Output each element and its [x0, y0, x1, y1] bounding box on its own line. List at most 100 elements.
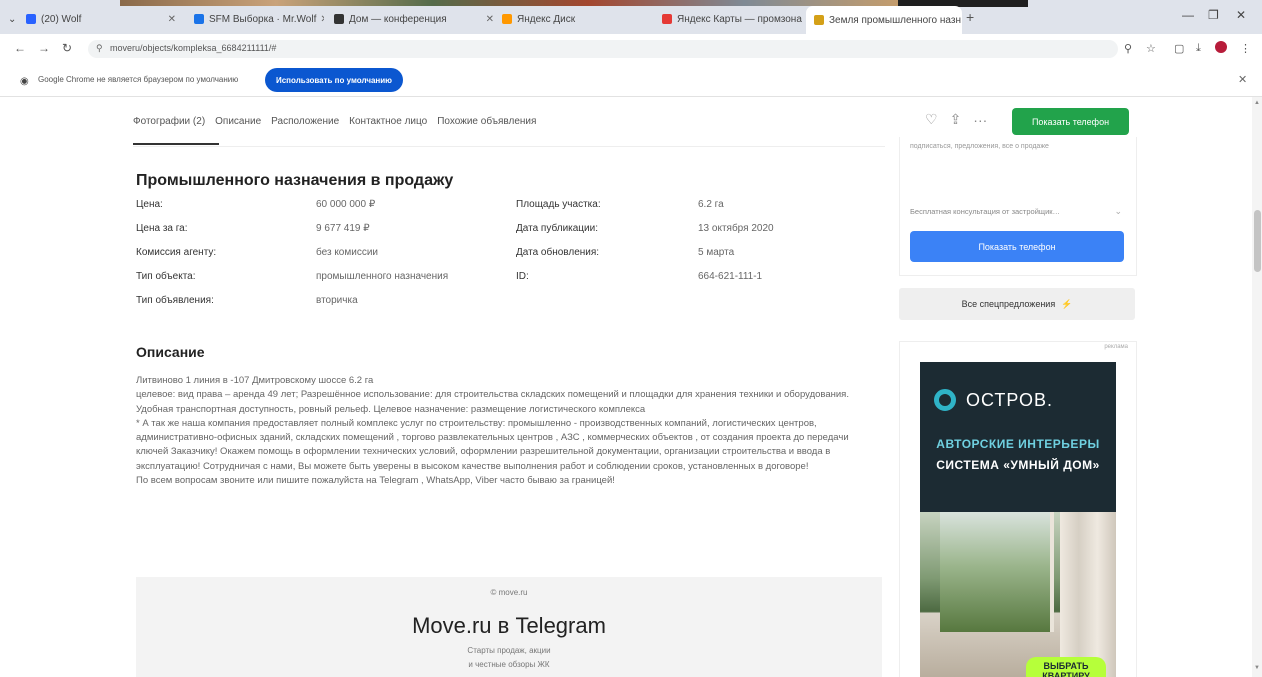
zoom-icon[interactable]: ⚲ [1124, 42, 1132, 55]
subnav-description[interactable]: Описание [215, 116, 261, 127]
special-offers-button[interactable]: Все спецпредложения ⚡ [899, 288, 1135, 320]
description-paragraph: целевое: вид права – аренда 49 лет; Разр… [136, 389, 849, 415]
heart-icon[interactable]: ♡ [925, 111, 938, 128]
ad-line-2: СИСТЕМА «УМНЫЙ ДОМ» [936, 458, 1100, 472]
page-scrollbar[interactable]: ▲ ▼ [1252, 97, 1262, 677]
browser-tab-4[interactable]: Яндекс Диск [502, 8, 652, 30]
special-offers-label: Все спецпредложения [961, 298, 1056, 309]
bookmark-star-icon[interactable]: ☆ [1146, 42, 1156, 55]
subnav-contact[interactable]: Контактное лицо [349, 116, 427, 127]
photo-strip-decoration [120, 0, 900, 6]
chevron-down-icon: ⌄ [1114, 206, 1122, 216]
tab-favicon [334, 14, 344, 24]
set-default-button[interactable]: Использовать по умолчанию [265, 68, 403, 92]
browser-tab-2[interactable]: SFM Выборка · Mr.Wolf ✕ [194, 8, 324, 30]
tab-title: Земля промышленного назн… [829, 14, 962, 26]
tab-favicon [26, 14, 36, 24]
param-row: Цена: 60 000 000 ₽ Площадь участка: 6.2 … [136, 199, 876, 217]
forward-icon[interactable]: → [38, 41, 50, 55]
browser-tab-3[interactable]: Дом — конференция ✕ [334, 8, 494, 30]
browser-tab-active[interactable]: Земля промышленного назн… ✕ [806, 6, 962, 34]
tab-title: SFM Выборка · Mr.Wolf [209, 13, 317, 25]
infobar-close-icon[interactable]: ✕ [1238, 73, 1247, 86]
telegram-promo[interactable]: © move.ru Move.ru в Telegram Старты прод… [136, 577, 882, 677]
url-text: moveru/objects/kompleksa_6684211111/# [110, 43, 277, 53]
params-title: Промышленного назначения в продажу [136, 172, 454, 189]
param-row: Комиссия агенту: без комиссии Дата обнов… [136, 247, 876, 265]
description-title: Описание [136, 344, 205, 360]
param-row: Цена за га: 9 677 419 ₽ Дата публикации:… [136, 223, 876, 241]
show-phone-button[interactable]: Показать телефон [1012, 108, 1129, 135]
browser-tab-bar: ⌄ (20) Wolf ✕ SFM Выборка · Mr.Wolf ✕ До… [0, 0, 1262, 34]
tab-close-icon[interactable]: ✕ [164, 14, 176, 25]
back-icon[interactable]: ← [14, 41, 26, 55]
param-value: 13 октября 2020 [698, 223, 774, 234]
telegram-title: Move.ru в Telegram [412, 613, 606, 638]
param-value: без комиссии [316, 247, 379, 258]
param-value: вторичка [316, 295, 358, 306]
close-window-icon[interactable]: ✕ [1236, 8, 1246, 22]
dropdown-label: Бесплатная консультация от застройщик… [910, 207, 1061, 216]
param-label: Дата публикации: [516, 223, 598, 234]
tab-search-icon[interactable]: ⌄ [8, 8, 16, 30]
browser-tab-1[interactable]: (20) Wolf ✕ [26, 8, 176, 30]
tab-title: (20) Wolf [41, 13, 82, 25]
minimize-icon[interactable]: — [1182, 8, 1194, 22]
share-icon[interactable]: ⇪ [950, 111, 962, 128]
maximize-icon[interactable]: ❐ [1208, 8, 1219, 22]
site-info-icon[interactable]: ⚲ [96, 43, 103, 54]
param-label: Тип объекта: [136, 271, 196, 282]
tab-favicon [814, 15, 824, 25]
subnav-location[interactable]: Расположение [271, 116, 339, 127]
scroll-up-icon[interactable]: ▲ [1254, 100, 1260, 106]
chrome-icon: ◉ [20, 76, 29, 87]
subnav-photos[interactable]: Фотографии (2) [133, 116, 205, 127]
param-value: промышленного назначения [316, 271, 449, 282]
telegram-line: и честные обзоры ЖК [468, 660, 550, 669]
param-value: 5 марта [698, 247, 735, 258]
page-content: Фотографии (2) Описание Расположение Кон… [0, 97, 1252, 677]
browser-tab-5[interactable]: Яндекс Карты — промзона ✕ [662, 8, 802, 30]
description-paragraph: По всем вопросам звоните или пишите пожа… [136, 475, 615, 487]
param-label: Комиссия агенту: [136, 247, 217, 258]
param-label: Цена: [136, 199, 163, 210]
tab-close-icon[interactable]: ✕ [482, 14, 494, 25]
subnav-similar[interactable]: Похожие объявления [437, 116, 536, 127]
tab-favicon [502, 14, 512, 24]
ad-container: реклама ОСТРОВ. АВТОРСКИЕ ИНТЕРЬЕРЫ СИСТ… [899, 341, 1137, 677]
param-label: Площадь участка: [516, 199, 601, 210]
infobar-message: Google Chrome не является браузером по у… [38, 75, 239, 84]
url-field[interactable]: ⚲ moveru/objects/kompleksa_6684211111/# [88, 40, 1118, 58]
menu-dots-icon[interactable]: ⋮ [1240, 42, 1251, 55]
ad-brand: ОСТРОВ. [966, 390, 1054, 410]
tab-close-icon[interactable]: ✕ [316, 14, 324, 25]
param-label: Тип объявления: [136, 295, 214, 306]
ad-curtain [1060, 512, 1116, 677]
param-value: 6.2 га [698, 199, 724, 210]
scrollbar-thumb[interactable] [1254, 210, 1261, 272]
telegram-source: © move.ru [490, 588, 528, 597]
more-dots-icon[interactable]: ··· [973, 112, 987, 128]
param-label: ID: [516, 271, 529, 282]
ad-line-1: АВТОРСКИЕ ИНТЕРЬЕРЫ [936, 437, 1100, 451]
download-icon[interactable]: ⤓ [1196, 42, 1201, 55]
subnav-active-indicator [133, 143, 219, 145]
ad-cta-button[interactable]: ВЫБРАТЬ КВАРТИРУ [1026, 657, 1106, 677]
consultation-dropdown[interactable]: Бесплатная консультация от застройщик… ⌄ [910, 206, 1122, 216]
ostrov-logo-icon [934, 389, 956, 411]
show-phone-blue-button[interactable]: Показать телефон [910, 231, 1124, 262]
profile-avatar[interactable] [1215, 41, 1227, 53]
param-row: Тип объявления: вторичка [136, 295, 876, 313]
contact-card-text: подписаться, предложения, все о продаже [910, 143, 1049, 150]
address-bar-row: ← → ↻ ⚲ moveru/objects/kompleksa_6684211… [0, 34, 1262, 65]
tab-title: Яндекс Карты — промзона [677, 13, 802, 25]
tab-title: Дом — конференция [349, 13, 447, 25]
new-tab-button[interactable]: + [966, 9, 974, 25]
listing-subnav: Фотографии (2) Описание Расположение Кон… [133, 116, 536, 127]
listing-actions: ♡ ⇪ ··· [925, 111, 999, 128]
reload-icon[interactable]: ↻ [62, 41, 72, 55]
extensions-icon[interactable]: ▢ [1174, 42, 1184, 55]
scroll-down-icon[interactable]: ▼ [1254, 665, 1260, 671]
tab-title: Яндекс Диск [517, 13, 576, 25]
ad-banner[interactable]: ОСТРОВ. АВТОРСКИЕ ИНТЕРЬЕРЫ СИСТЕМА «УМН… [920, 362, 1116, 677]
